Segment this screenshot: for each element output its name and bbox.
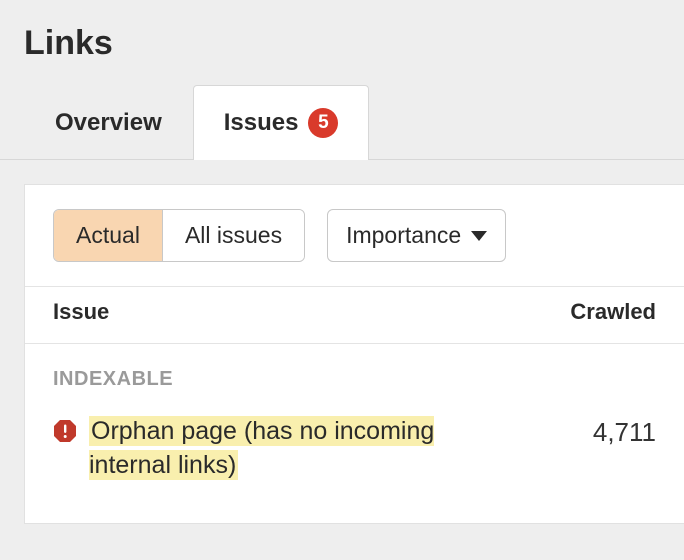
table-row[interactable]: Orphan page (has no incoming internal li…	[25, 399, 684, 503]
issue-name: Orphan page (has no incoming internal li…	[89, 415, 504, 483]
tab-issues[interactable]: Issues 5	[193, 85, 370, 160]
column-header-issue[interactable]: Issue	[53, 299, 516, 325]
tab-overview-label: Overview	[55, 109, 162, 137]
column-header-crawled[interactable]: Crawled	[516, 299, 656, 325]
error-icon	[53, 419, 77, 443]
issue-crawled-count: 4,711	[516, 415, 656, 448]
chevron-down-icon	[471, 231, 487, 241]
page-title: Links	[0, 0, 684, 85]
group-label-indexable: INDEXABLE	[25, 344, 684, 399]
filter-actual-button[interactable]: Actual	[54, 210, 162, 261]
issue-filter-segment: Actual All issues	[53, 209, 305, 262]
tabs: Overview Issues 5	[0, 85, 684, 160]
filter-bar: Actual All issues Importance	[25, 185, 684, 286]
tab-overview[interactable]: Overview	[24, 86, 193, 159]
issues-panel: Actual All issues Importance Issue Crawl…	[24, 184, 684, 524]
issues-count-badge: 5	[308, 108, 338, 138]
filter-all-issues-button[interactable]: All issues	[162, 210, 304, 261]
tab-issues-label: Issues	[224, 109, 299, 137]
table-header-row: Issue Crawled	[25, 286, 684, 344]
sort-importance-select[interactable]: Importance	[327, 209, 506, 262]
sort-importance-label: Importance	[346, 222, 461, 249]
